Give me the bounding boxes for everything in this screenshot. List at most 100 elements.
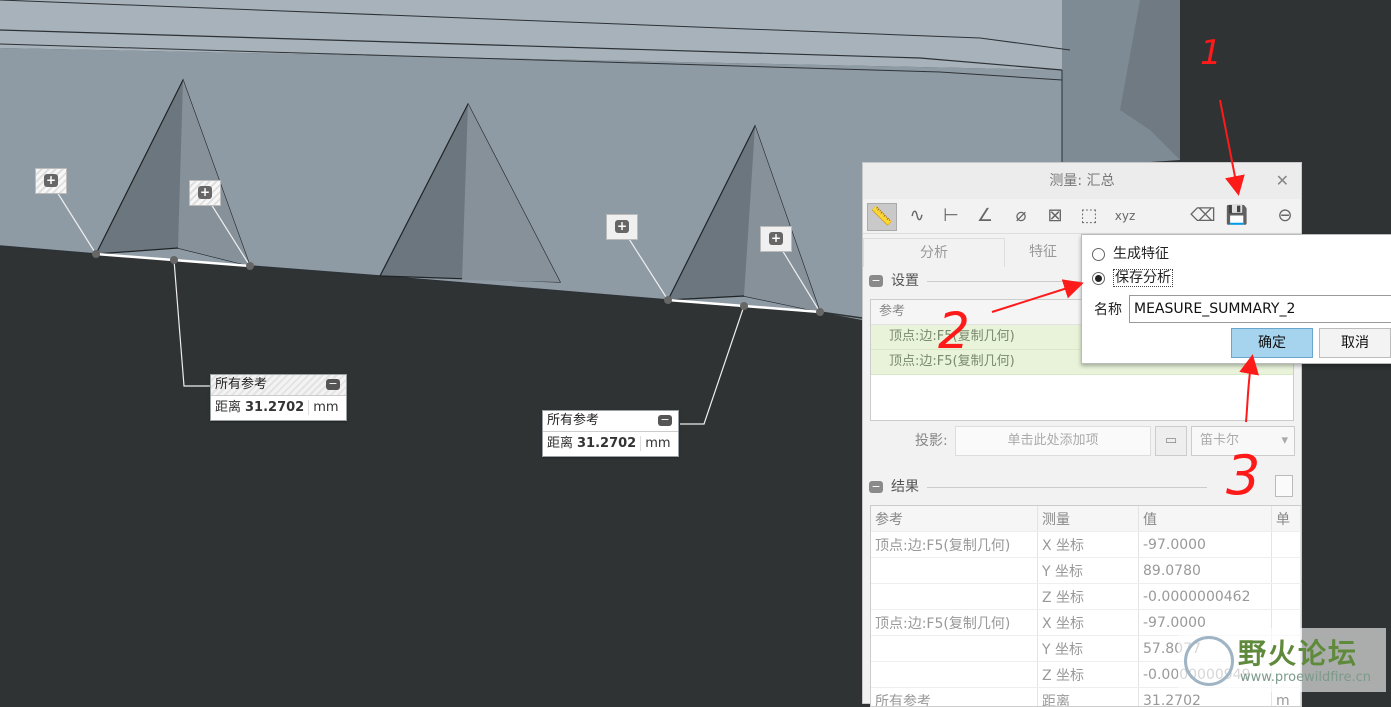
results-options-icon[interactable] — [1275, 475, 1293, 497]
leader-line — [680, 306, 744, 424]
collapse-icon[interactable]: − — [869, 275, 883, 287]
save-analysis-popup: 生成特征 保存分析 名称 MEASURE_SUMMARY_2 确定 取消 — [1081, 234, 1391, 364]
table-header: 参考 测量 值 单 — [871, 506, 1301, 532]
close-icon[interactable]: ✕ — [1276, 163, 1289, 199]
callout-value: 31.2702 — [577, 436, 636, 451]
cancel-button[interactable]: 取消 — [1319, 328, 1391, 358]
summary-ruler-icon[interactable]: 📏 — [867, 203, 897, 231]
projection-label: 投影: — [915, 426, 948, 456]
monitor-icon[interactable]: ▭ — [1155, 426, 1187, 456]
callout-value: 31.2702 — [245, 400, 304, 415]
projection-input[interactable]: 单击此处添加项 — [955, 426, 1151, 456]
section-label: 设置 — [891, 273, 919, 289]
plus-icon: + — [615, 220, 629, 233]
table-cell — [871, 584, 1038, 610]
table-cell: -97.0000 — [1139, 532, 1272, 558]
callout-unit: mm — [640, 436, 670, 451]
section-label: 结果 — [891, 479, 919, 495]
transform-icon[interactable]: xyz — [1111, 203, 1139, 229]
callout-row: 距离 31.2702 mm — [543, 432, 678, 456]
table-row[interactable]: 顶点:边:F5(复制几何)X 坐标-97.0000 — [871, 532, 1301, 558]
collapse-icon[interactable]: − — [869, 481, 883, 493]
collapse-icon[interactable]: ⊖ — [1271, 203, 1299, 229]
table-row[interactable]: Y 坐标89.0780 — [871, 558, 1301, 584]
callout-title: 所有参考 — [215, 377, 267, 392]
distance-icon[interactable]: ⊢ — [937, 203, 965, 229]
table-cell — [1272, 584, 1301, 610]
callout-unit: mm — [308, 400, 338, 415]
table-row[interactable]: Z 坐标-0.0000000462 — [871, 584, 1301, 610]
table-cell: Y 坐标 — [1038, 636, 1139, 662]
table-cell — [1272, 558, 1301, 584]
callout-label: 距离 — [547, 436, 573, 451]
expand-callout-button[interactable]: + — [35, 168, 67, 194]
vertex-point — [170, 256, 178, 264]
dialog-title-bar: 测量: 汇总 ✕ — [863, 163, 1301, 199]
callout-row: 距离 31.2702 mm — [211, 396, 346, 420]
results-section-header[interactable]: −结果 — [869, 477, 1207, 497]
vertex-point — [246, 262, 254, 270]
table-cell: 顶点:边:F5(复制几何) — [871, 532, 1038, 558]
dialog-title: 测量: 汇总 — [1049, 173, 1114, 189]
column-header: 测量 — [1038, 506, 1139, 532]
leader-line — [174, 260, 212, 386]
table-cell: Y 坐标 — [1038, 558, 1139, 584]
callout-label: 距离 — [215, 400, 241, 415]
table-cell — [871, 558, 1038, 584]
table-cell: 距离 — [1038, 688, 1139, 707]
create-feature-radio[interactable]: 生成特征 — [1092, 244, 1169, 264]
table-cell: -0.0000000462 — [1139, 584, 1272, 610]
name-input[interactable]: MEASURE_SUMMARY_2 — [1129, 295, 1391, 323]
collapse-icon[interactable]: − — [326, 379, 340, 390]
length-icon[interactable]: ∿ — [903, 203, 931, 229]
tab-analysis[interactable]: 分析 — [863, 238, 1005, 267]
watermark-url: www.proewildfire.cn — [1240, 670, 1371, 685]
table-cell: X 坐标 — [1038, 610, 1139, 636]
save-analysis-radio[interactable]: 保存分析 — [1092, 268, 1173, 288]
eraser-icon[interactable]: ⌫ — [1189, 203, 1217, 229]
radio-circle — [1092, 248, 1105, 261]
column-header: 值 — [1139, 506, 1272, 532]
table-cell: Z 坐标 — [1038, 584, 1139, 610]
angle-icon[interactable]: ∠ — [971, 203, 999, 229]
distance-callout[interactable]: 所有参考 − 距离 31.2702 mm — [542, 410, 679, 457]
table-cell — [1272, 532, 1301, 558]
plus-icon: + — [198, 186, 212, 199]
plus-icon: + — [44, 174, 58, 187]
expand-callout-button[interactable]: + — [760, 226, 792, 252]
column-header: 参考 — [871, 506, 1038, 532]
area-icon[interactable]: ⊠ — [1041, 203, 1069, 229]
save-icon[interactable]: 💾▾ — [1223, 203, 1251, 229]
table-cell: 所有参考 — [871, 688, 1038, 707]
table-cell: Z 坐标 — [1038, 662, 1139, 688]
expand-callout-button[interactable]: + — [606, 214, 638, 240]
forum-logo-icon — [1184, 636, 1234, 686]
table-cell — [871, 636, 1038, 662]
divider — [927, 487, 1207, 488]
vertex-point — [92, 250, 100, 258]
radio-label: 生成特征 — [1113, 246, 1169, 262]
collapse-icon[interactable]: − — [658, 415, 672, 426]
plus-icon: + — [769, 232, 783, 245]
volume-icon[interactable]: ⬚ — [1075, 203, 1103, 229]
table-cell — [871, 662, 1038, 688]
radio-circle — [1092, 272, 1105, 285]
forum-watermark: 野火论坛 www.proewildfire.cn — [1178, 628, 1386, 692]
coordinate-system-select[interactable]: 笛卡尔 ▾ — [1191, 426, 1295, 456]
select-value: 笛卡尔 — [1200, 433, 1239, 448]
ok-button[interactable]: 确定 — [1231, 328, 1313, 358]
vertex-point — [816, 308, 824, 316]
expand-callout-button[interactable]: + — [189, 180, 221, 206]
table-cell: X 坐标 — [1038, 532, 1139, 558]
name-label: 名称 — [1094, 299, 1122, 319]
vertex-point — [740, 302, 748, 310]
tab-feature[interactable]: 特征 — [1003, 238, 1083, 266]
diameter-icon[interactable]: ⌀ — [1007, 203, 1035, 229]
table-cell: 顶点:边:F5(复制几何) — [871, 610, 1038, 636]
callout-title: 所有参考 — [547, 413, 599, 428]
measure-toolbar: 📏 ∿ ⊢ ∠ ⌀ ⊠ ⬚ xyz ⌫ 💾▾ ⊖ — [863, 199, 1301, 234]
chevron-down-icon: ▾ — [1281, 427, 1288, 455]
vertex-point — [664, 296, 672, 304]
callout-header: 所有参考 − — [543, 411, 678, 432]
distance-callout[interactable]: 所有参考 − 距离 31.2702 mm — [210, 374, 347, 421]
